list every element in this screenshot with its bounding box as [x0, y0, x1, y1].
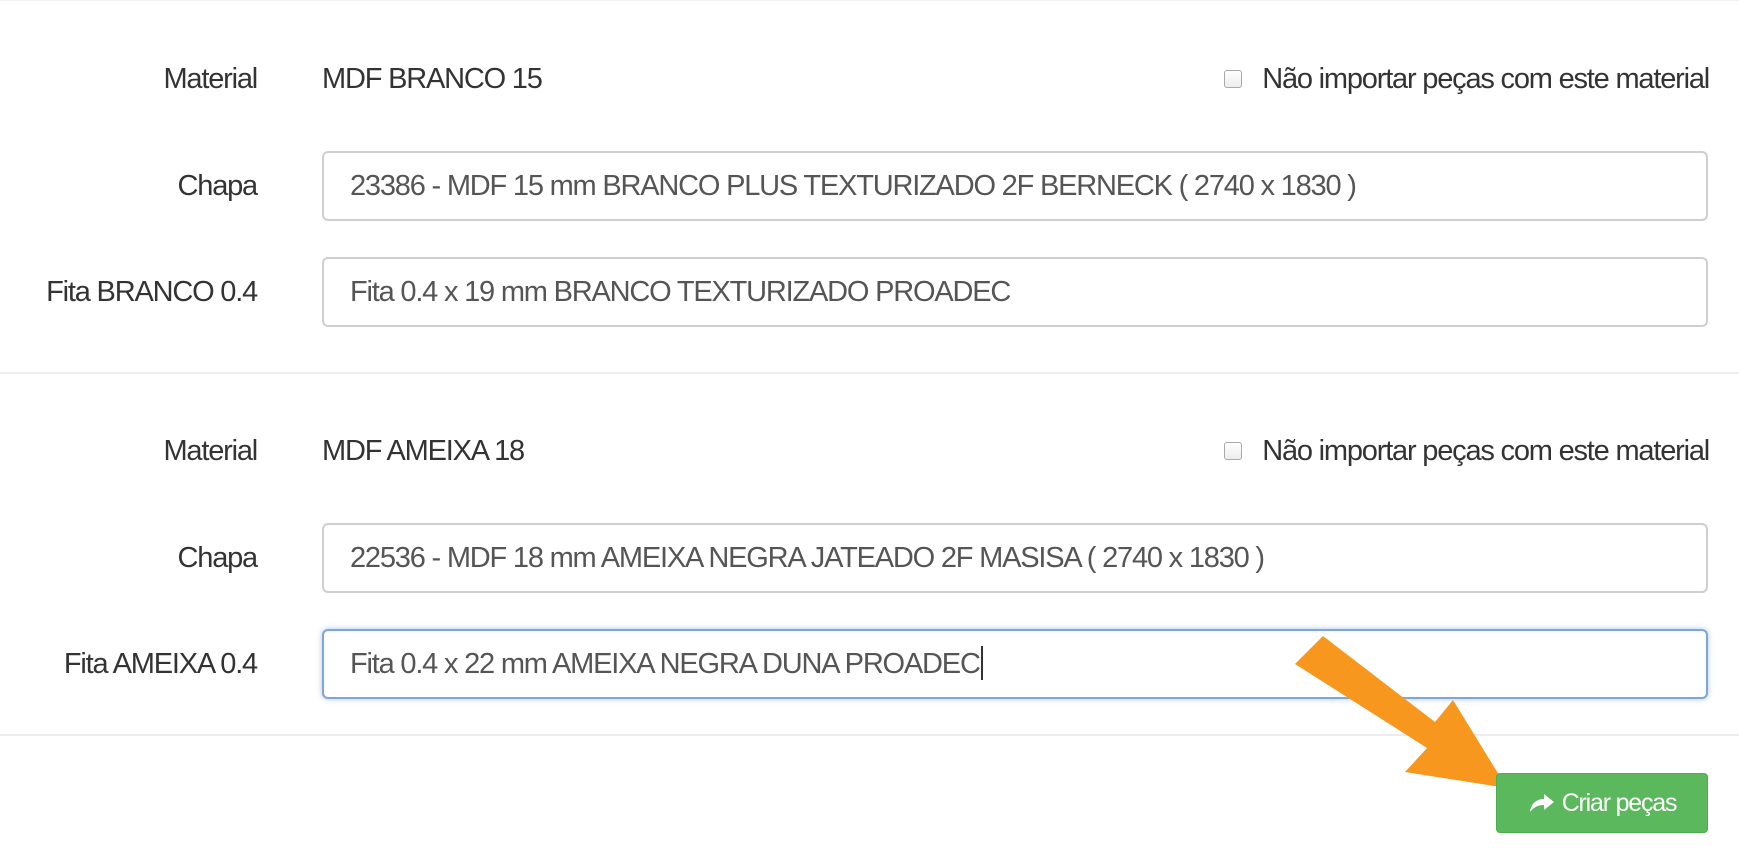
sheet-input-value: 22536 - MDF 18 mm AMEIXA NEGRA JATEADO 2… — [350, 542, 1265, 574]
edge-tape-input-value: Fita 0.4 x 19 mm BRANCO TEXTURIZADO PROA… — [350, 276, 1011, 308]
skip-material-checkbox[interactable] — [1224, 70, 1243, 88]
sheet-input[interactable]: 22536 - MDF 18 mm AMEIXA NEGRA JATEADO 2… — [322, 523, 1708, 593]
sheet-label: Chapa — [177, 542, 259, 574]
material-label: Material — [163, 63, 258, 95]
sheet-row: Chapa 23386 - MDF 15 mm BRANCO PLUS TEXT… — [0, 148, 1739, 224]
sheet-input-value: 23386 - MDF 15 mm BRANCO PLUS TEXTURIZAD… — [350, 170, 1357, 202]
sheet-label: Chapa — [177, 170, 259, 202]
edge-tape-input-value: Fita 0.4 x 22 mm AMEIXA NEGRA DUNA PROAD… — [350, 648, 981, 680]
material-row: Material MDF BRANCO 15 Não importar peça… — [0, 41, 1739, 117]
material-row: Material MDF AMEIXA 18 Não importar peça… — [0, 413, 1739, 489]
sheet-row: Chapa 22536 - MDF 18 mm AMEIXA NEGRA JAT… — [0, 520, 1739, 596]
material-label: Material — [163, 435, 258, 467]
share-arrow-icon — [1529, 794, 1554, 812]
material-value: MDF BRANCO 15 — [322, 63, 543, 95]
edge-tape-row: Fita BRANCO 0.4 Fita 0.4 x 19 mm BRANCO … — [0, 254, 1739, 330]
skip-material-option[interactable]: Não importar peças com este material — [1224, 41, 1710, 117]
skip-material-label[interactable]: Não importar peças com este material — [1262, 63, 1710, 96]
skip-material-label[interactable]: Não importar peças com este material — [1262, 435, 1710, 468]
edge-tape-label: Fita AMEIXA 0.4 — [63, 648, 258, 680]
top-divider — [0, 0, 1739, 1]
edge-tape-label: Fita BRANCO 0.4 — [46, 276, 258, 308]
sheet-input[interactable]: 23386 - MDF 15 mm BRANCO PLUS TEXTURIZAD… — [322, 151, 1708, 221]
section-divider — [0, 372, 1739, 374]
create-pieces-button[interactable]: Criar peças — [1496, 773, 1708, 833]
text-caret — [980, 646, 983, 681]
material-value: MDF AMEIXA 18 — [322, 435, 525, 467]
skip-material-option[interactable]: Não importar peças com este material — [1224, 413, 1710, 489]
edge-tape-input[interactable]: Fita 0.4 x 19 mm BRANCO TEXTURIZADO PROA… — [322, 257, 1708, 327]
skip-material-checkbox[interactable] — [1224, 442, 1243, 460]
create-pieces-label: Criar peças — [1561, 788, 1678, 817]
annotation-arrow-icon — [1295, 636, 1507, 788]
